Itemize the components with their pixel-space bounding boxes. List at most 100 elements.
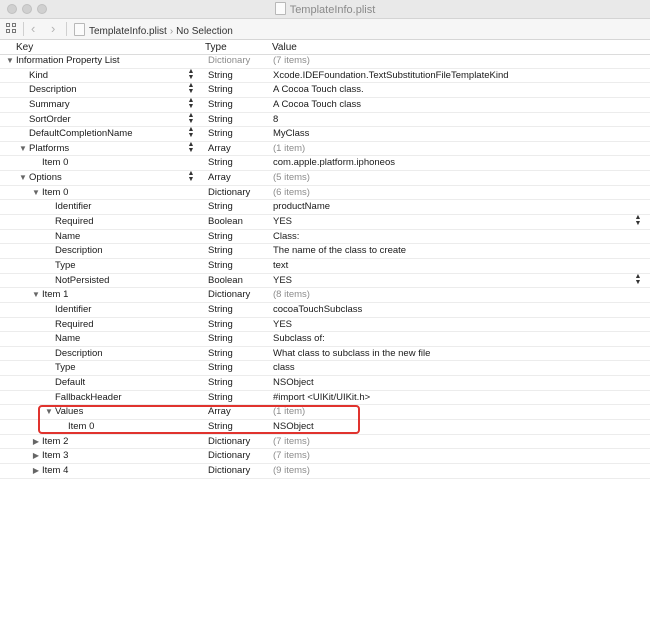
- forward-arrow-icon[interactable]: ›: [51, 21, 55, 36]
- row-value[interactable]: A Cocoa Touch class.: [273, 83, 364, 97]
- row-type[interactable]: String: [208, 332, 233, 346]
- value-stepper-icon[interactable]: ▲ ▼: [634, 214, 642, 227]
- row-key[interactable]: Item 4: [42, 464, 68, 478]
- row-key[interactable]: Item 0: [68, 420, 94, 434]
- row-key[interactable]: Description: [55, 347, 103, 361]
- row-type[interactable]: Dictionary: [208, 449, 250, 463]
- row-type[interactable]: String: [208, 318, 233, 332]
- row-value[interactable]: A Cocoa Touch class: [273, 98, 361, 112]
- row-type[interactable]: Dictionary: [208, 464, 250, 478]
- row-type[interactable]: String: [208, 69, 233, 83]
- row-key[interactable]: Kind: [29, 69, 48, 83]
- row-type[interactable]: Array: [208, 171, 231, 185]
- row-key[interactable]: Type: [55, 259, 76, 273]
- breadcrumb-selection[interactable]: No Selection: [176, 26, 233, 37]
- plist-row[interactable]: FallbackHeader String #import <UIKit/UIKit…: [0, 391, 650, 406]
- row-value[interactable]: (9 items): [273, 464, 310, 478]
- disclosure-expanded-icon[interactable]: ▼: [18, 171, 28, 185]
- row-type[interactable]: String: [208, 361, 233, 375]
- plist-row[interactable]: ▶ Item 3 Dictionary (7 items): [0, 449, 650, 464]
- disclosure-expanded-icon[interactable]: ▼: [31, 288, 41, 302]
- plist-row[interactable]: ▼ Options ▲ ▼ Array (5 items): [0, 170, 650, 186]
- row-value[interactable]: text: [273, 259, 288, 273]
- plist-row[interactable]: ▼ Item 0 Dictionary (6 items): [0, 186, 650, 201]
- disclosure-expanded-icon[interactable]: ▼: [5, 54, 15, 68]
- row-value[interactable]: (6 items): [273, 186, 310, 200]
- back-arrow-icon[interactable]: ‹: [31, 21, 35, 36]
- row-value[interactable]: (8 items): [273, 288, 310, 302]
- plist-row[interactable]: Required String YES: [0, 318, 650, 333]
- plist-row[interactable]: ▶ Item 2 Dictionary (7 items): [0, 435, 650, 450]
- row-type[interactable]: Boolean: [208, 215, 243, 229]
- row-value[interactable]: (1 item): [273, 405, 305, 419]
- row-value[interactable]: NSObject: [273, 376, 314, 390]
- plist-row[interactable]: Description String What class to subclass …: [0, 347, 650, 362]
- breadcrumb-file[interactable]: TemplateInfo.plist: [89, 26, 167, 37]
- plist-row[interactable]: Identifier String cocoaTouchSubclass: [0, 303, 650, 318]
- row-type[interactable]: Dictionary: [208, 435, 250, 449]
- row-type[interactable]: Boolean: [208, 274, 243, 288]
- disclosure-expanded-icon[interactable]: ▼: [44, 405, 54, 419]
- row-type[interactable]: String: [208, 200, 233, 214]
- row-value[interactable]: cocoaTouchSubclass: [273, 303, 362, 317]
- row-type[interactable]: String: [208, 230, 233, 244]
- row-value[interactable]: #import <UIKit/UIKit.h>: [273, 391, 370, 405]
- row-type[interactable]: String: [208, 83, 233, 97]
- plist-row[interactable]: Type String text: [0, 259, 650, 274]
- key-column-header[interactable]: Key: [16, 42, 33, 53]
- key-stepper-icon[interactable]: ▲ ▼: [187, 112, 195, 125]
- row-key[interactable]: Identifier: [55, 200, 91, 214]
- plist-row[interactable]: DefaultCompletionName ▲ ▼ String MyClass: [0, 126, 650, 142]
- key-stepper-icon[interactable]: ▲ ▼: [187, 97, 195, 110]
- row-key[interactable]: DefaultCompletionName: [29, 127, 133, 141]
- plist-row[interactable]: Default String NSObject: [0, 376, 650, 391]
- plist-row[interactable]: Summary ▲ ▼ String A Cocoa Touch class: [0, 97, 650, 113]
- key-stepper-icon[interactable]: ▲ ▼: [187, 126, 195, 139]
- row-value[interactable]: productName: [273, 200, 330, 214]
- disclosure-collapsed-icon[interactable]: ▶: [31, 449, 41, 463]
- row-value[interactable]: com.apple.platform.iphoneos: [273, 156, 395, 170]
- plist-row[interactable]: Description String The name of the class t…: [0, 244, 650, 259]
- row-value[interactable]: (1 item): [273, 142, 305, 156]
- row-type[interactable]: String: [208, 127, 233, 141]
- row-type[interactable]: String: [208, 347, 233, 361]
- row-key[interactable]: Name: [55, 230, 80, 244]
- row-key[interactable]: Item 3: [42, 449, 68, 463]
- row-type[interactable]: String: [208, 420, 233, 434]
- plist-row[interactable]: Item 0 String com.apple.platform.iphoneos: [0, 156, 650, 172]
- row-value[interactable]: (7 items): [273, 54, 310, 68]
- row-value[interactable]: MyClass: [273, 127, 309, 141]
- row-type[interactable]: Dictionary: [208, 186, 250, 200]
- row-key[interactable]: Name: [55, 332, 80, 346]
- row-type[interactable]: String: [208, 98, 233, 112]
- row-key[interactable]: Description: [29, 83, 77, 97]
- plist-row[interactable]: Identifier String productName: [0, 200, 650, 216]
- disclosure-collapsed-icon[interactable]: ▶: [31, 435, 41, 449]
- row-type[interactable]: String: [208, 244, 233, 258]
- row-type[interactable]: Dictionary: [208, 54, 250, 68]
- row-key[interactable]: Platforms: [29, 142, 69, 156]
- row-value[interactable]: YES: [273, 274, 292, 288]
- related-items-grid-icon[interactable]: [6, 23, 17, 34]
- plist-row[interactable]: Required Boolean YES ▲ ▼: [0, 214, 650, 230]
- row-key[interactable]: SortOrder: [29, 113, 71, 127]
- row-value[interactable]: Subclass of:: [273, 332, 325, 346]
- disclosure-collapsed-icon[interactable]: ▶: [31, 464, 41, 478]
- row-key[interactable]: Options: [29, 171, 62, 185]
- type-column-header[interactable]: Type: [205, 42, 227, 53]
- plist-row[interactable]: Name String Subclass of:: [0, 332, 650, 347]
- row-key[interactable]: Summary: [29, 98, 70, 112]
- row-key[interactable]: Information Property List: [16, 54, 120, 68]
- row-key[interactable]: Type: [55, 361, 76, 375]
- row-type[interactable]: String: [208, 303, 233, 317]
- row-key[interactable]: Default: [55, 376, 85, 390]
- row-value[interactable]: Class:: [273, 230, 299, 244]
- row-type[interactable]: String: [208, 376, 233, 390]
- row-value[interactable]: (5 items): [273, 171, 310, 185]
- row-type[interactable]: String: [208, 113, 233, 127]
- value-column-header[interactable]: Value: [272, 42, 297, 53]
- plist-row[interactable]: ▼ Item 1 Dictionary (8 items): [0, 288, 650, 303]
- row-key[interactable]: Item 0: [42, 186, 68, 200]
- row-value[interactable]: (7 items): [273, 435, 310, 449]
- row-key[interactable]: Item 2: [42, 435, 68, 449]
